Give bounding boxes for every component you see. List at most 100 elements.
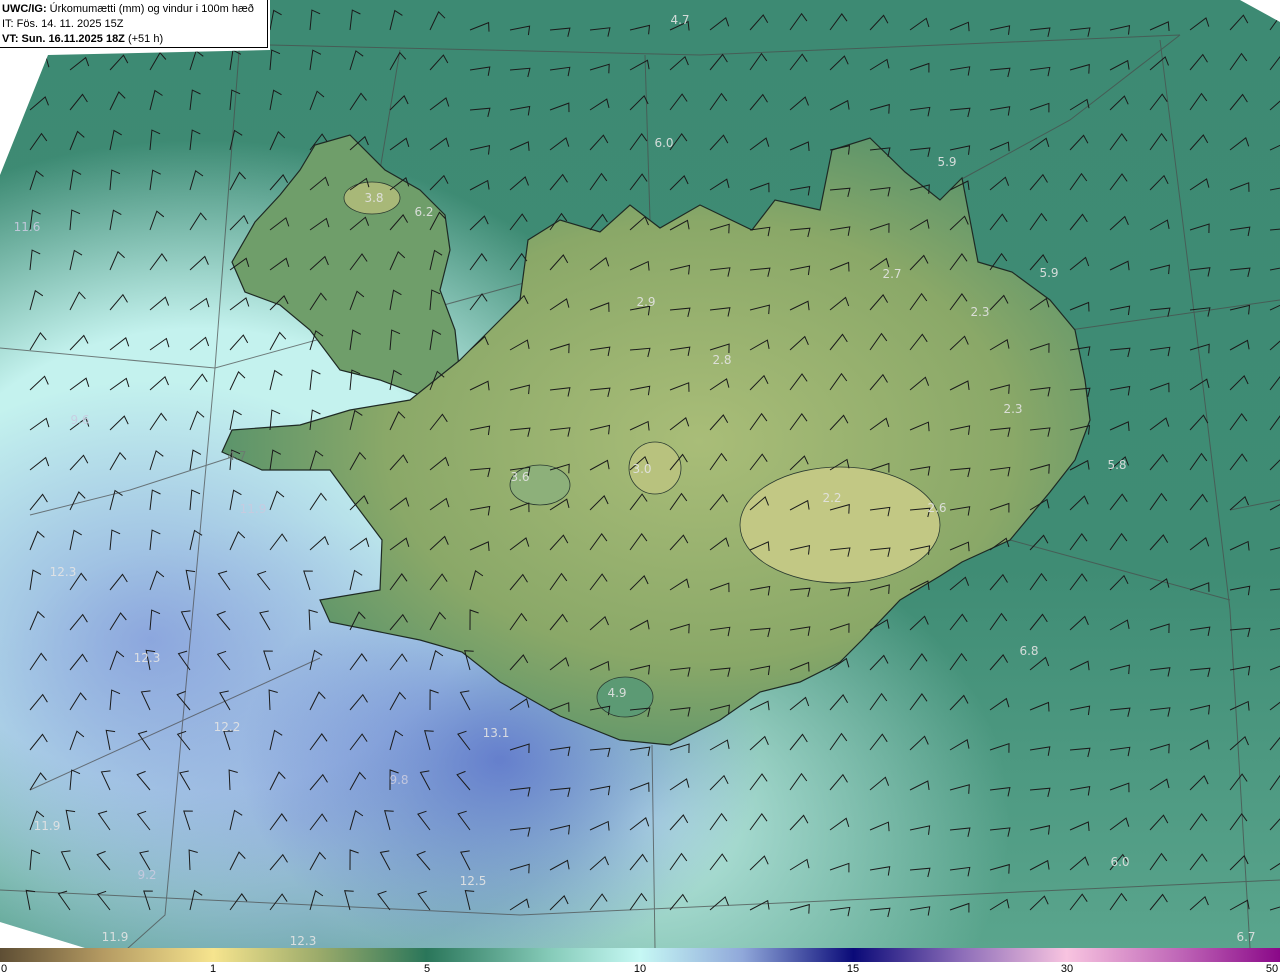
wind-barb [1269, 53, 1280, 71]
wind-barb [469, 252, 488, 271]
colorbar-ticks: 0 1 5 10 15 30 50 [0, 962, 1280, 978]
wind-barb [709, 739, 730, 751]
wind-barb [460, 850, 471, 871]
wind-barb [829, 906, 851, 917]
wind-barb [137, 730, 151, 751]
wind-barb [1109, 746, 1131, 757]
wind-barb [549, 137, 570, 151]
wind-barb [69, 769, 81, 791]
value-label: 6.0 [654, 136, 674, 150]
wind-barb [949, 827, 971, 837]
wind-barb [989, 25, 1011, 35]
wind-barb [1269, 140, 1280, 151]
wind-barb [1109, 215, 1129, 231]
wind-barb [1149, 93, 1168, 111]
wind-barb [629, 853, 648, 871]
wind-barb [109, 451, 127, 471]
wind-barb [629, 59, 650, 71]
wind-barb [269, 893, 288, 911]
wind-barb [1229, 585, 1251, 596]
wind-barb [1229, 14, 1249, 31]
wind-barb [1149, 743, 1170, 754]
wind-barb [69, 653, 88, 671]
wind-barb [469, 144, 491, 155]
wind-barb [789, 12, 808, 31]
wind-barb [269, 9, 282, 31]
wind-barb [949, 576, 970, 591]
wind-barb [1269, 412, 1280, 431]
wind-barb [909, 906, 931, 916]
wind-barb [29, 375, 49, 391]
wind-barb [909, 780, 930, 791]
wind-barb [749, 137, 770, 151]
wind-barb [589, 63, 610, 74]
wind-barb [1229, 412, 1248, 431]
wind-barb [1069, 495, 1089, 511]
wind-barb [309, 492, 327, 511]
wind-barb [219, 690, 231, 711]
wind-barb [1029, 66, 1051, 77]
wind-barb [69, 93, 88, 111]
wind-barb [229, 297, 250, 311]
wind-barb [389, 653, 408, 671]
wind-barb [709, 53, 728, 71]
wind-barb [829, 773, 848, 791]
wind-barb [1269, 544, 1280, 555]
wind-barb [1149, 707, 1171, 717]
wind-barb [669, 778, 690, 791]
wind-barb [269, 853, 288, 871]
value-label: 6.8 [1019, 644, 1039, 658]
wind-barb [1269, 858, 1280, 871]
wind-barb [1029, 656, 1050, 671]
wind-barb [1229, 339, 1250, 351]
wind-barb [389, 729, 404, 751]
value-label: 9.8 [389, 773, 409, 787]
wind-barb [1149, 132, 1168, 151]
wind-barb [96, 850, 111, 871]
title-line: UWC/IG: Úrkomumætti (mm) og vindur i 100… [2, 2, 267, 17]
wind-barb [749, 182, 770, 193]
wind-barb [549, 824, 571, 835]
wind-barb [509, 25, 531, 36]
wind-barb [549, 746, 571, 757]
wind-barb [189, 373, 208, 391]
wind-barb [29, 249, 41, 271]
wind-barb [389, 691, 407, 711]
wind-barb [469, 107, 491, 118]
wind-barb [1269, 300, 1280, 311]
value-label: 5.8 [1107, 458, 1127, 472]
wind-barb [1189, 378, 1210, 391]
wind-barb [669, 93, 688, 111]
wind-barb [429, 97, 450, 111]
value-label: 3.6 [510, 470, 530, 484]
wind-barb [1229, 267, 1251, 278]
wind-barb [217, 570, 231, 591]
wind-barb [268, 689, 278, 711]
colorbar-tick: 5 [423, 963, 431, 975]
wind-barb [29, 96, 49, 111]
wind-barb [379, 850, 391, 871]
wind-barb [469, 66, 491, 76]
valid-time: VT: Sun. 16.11.2025 18Z [2, 33, 125, 45]
wind-barb [269, 331, 287, 351]
value-label: 12.3 [49, 565, 77, 579]
wind-barb [269, 533, 288, 551]
wind-barb [1109, 305, 1131, 316]
wind-barb [549, 895, 569, 911]
wind-barb [749, 855, 769, 871]
value-label: 2.8 [712, 353, 732, 367]
wind-barb [1149, 417, 1170, 431]
colorbar-tick: 50 [1265, 963, 1279, 975]
wind-barb [309, 49, 322, 71]
wind-barb [909, 106, 931, 117]
wind-barb [789, 185, 811, 196]
wind-barb [549, 859, 570, 871]
wind-barb [509, 105, 531, 116]
valid-time-line: VT: Sun. 16.11.2025 18Z (+51 h) [2, 32, 267, 47]
wind-barb [629, 892, 648, 911]
wind-barb [1189, 536, 1210, 551]
wind-barb [189, 212, 207, 231]
wind-barb [309, 813, 328, 831]
wind-barb [149, 89, 163, 111]
wind-barb [109, 650, 125, 671]
